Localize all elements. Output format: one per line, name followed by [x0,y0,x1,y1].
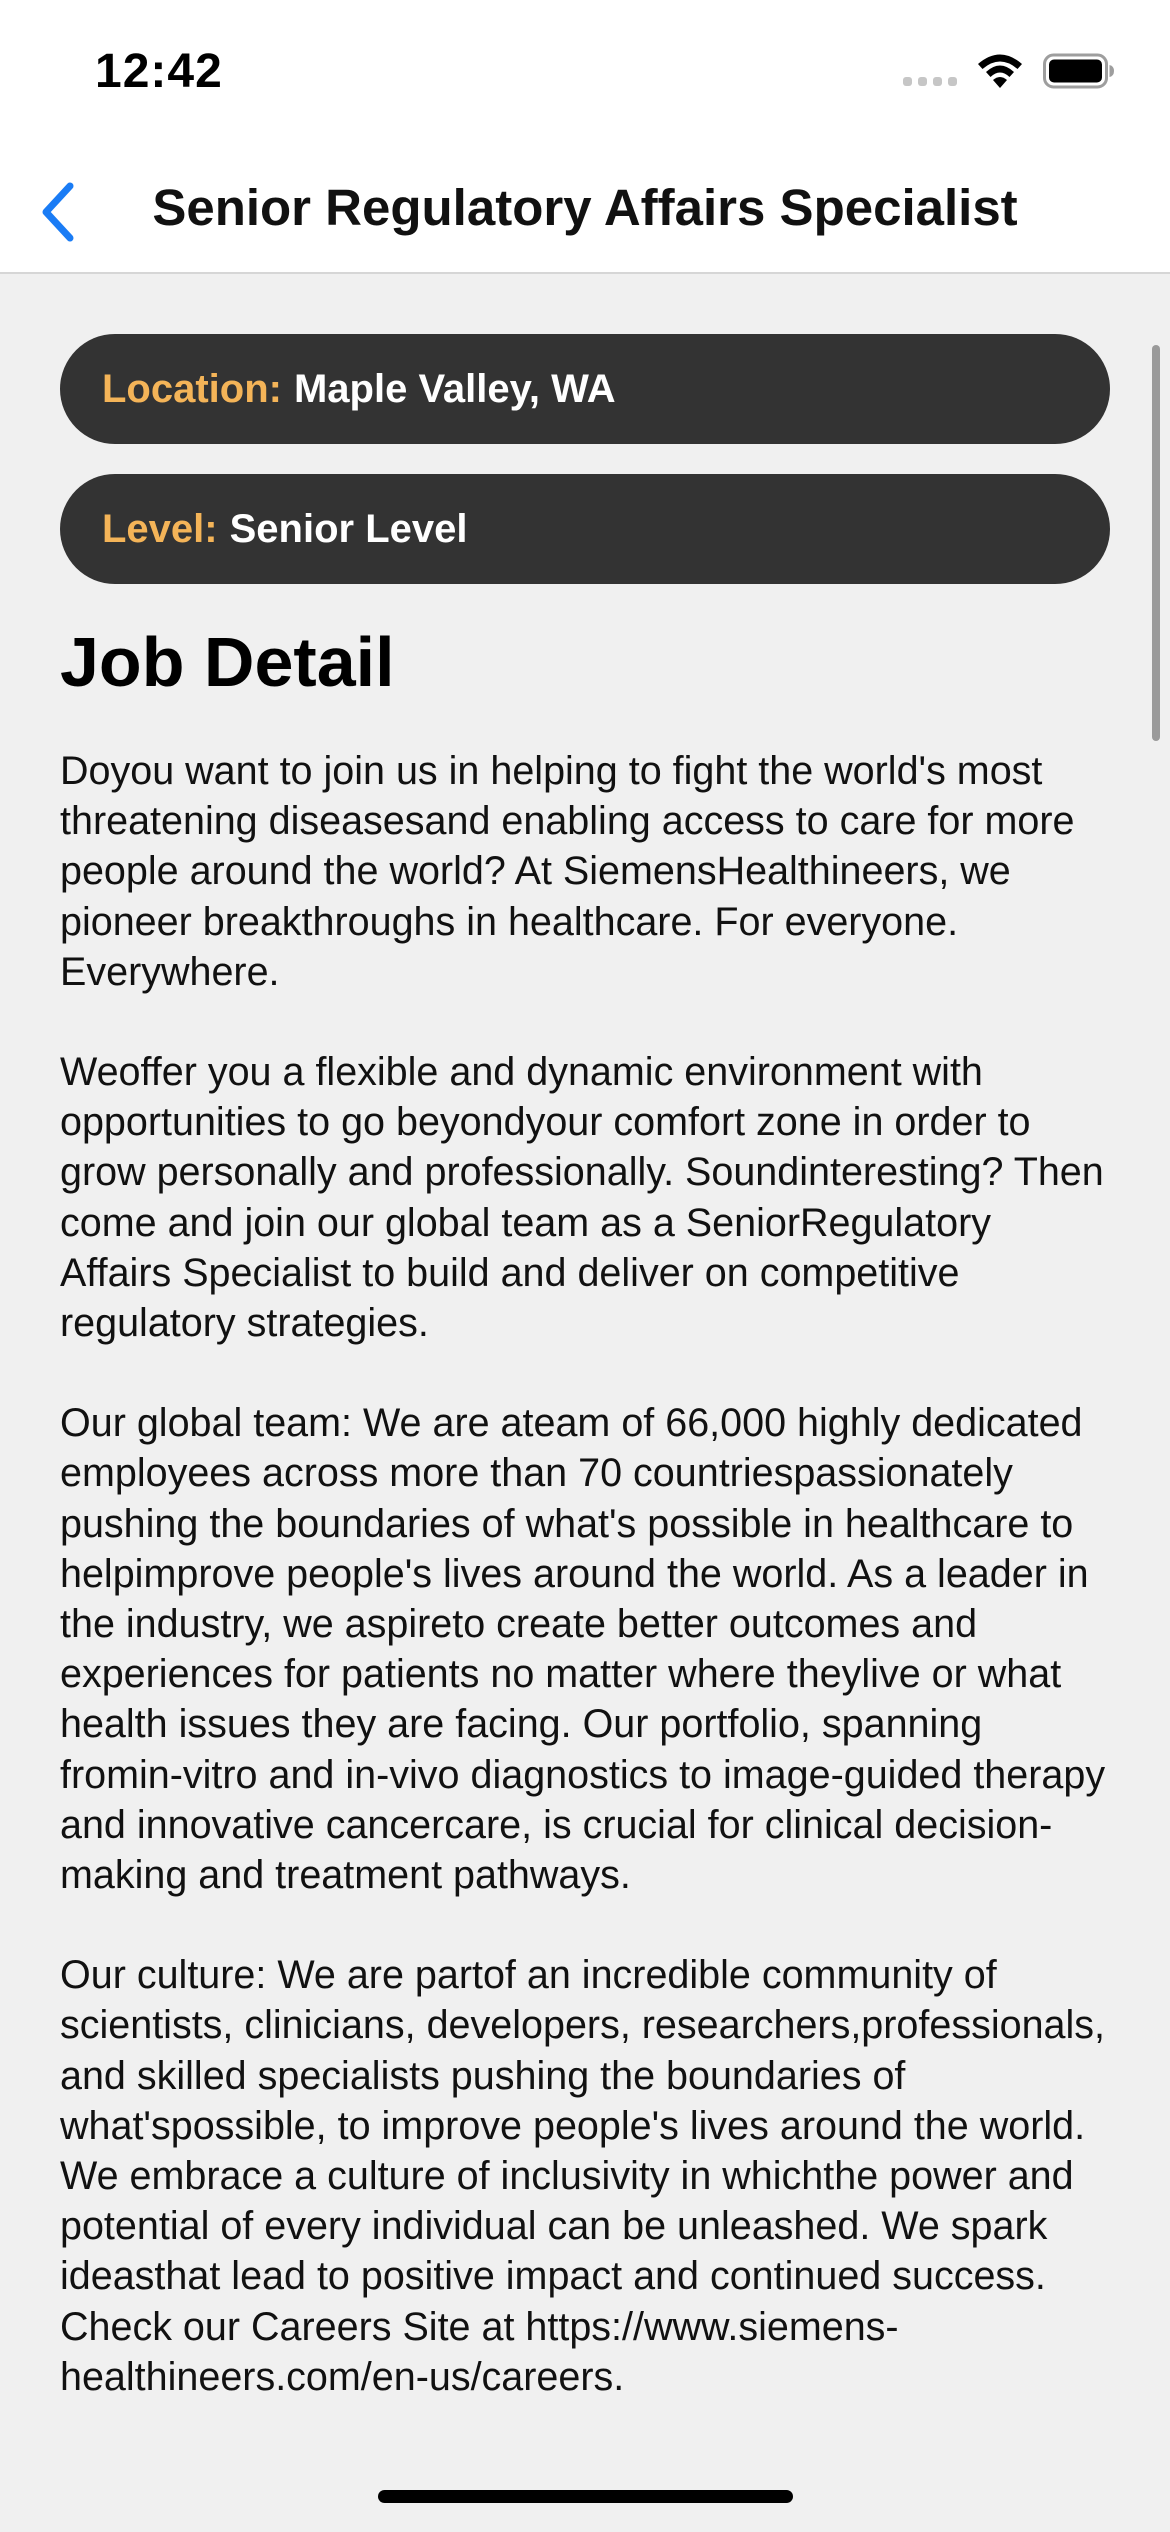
job-description: Doyou want to join us in helping to figh… [60,746,1110,2402]
location-label: Location: [102,366,282,411]
scrollbar[interactable] [1152,345,1160,741]
battery-icon [1043,53,1114,89]
description-paragraph: Weoffer you a flexible and dynamic envir… [60,1050,1104,1346]
description-paragraph: Doyou want to join us in helping to figh… [60,749,1075,994]
status-bar: 12:42 [0,0,1170,150]
level-pill: Level: Senior Level [60,474,1110,584]
status-time: 12:42 [95,45,223,98]
level-value: Senior Level [229,506,468,551]
section-title: Job Detail [60,623,395,701]
home-indicator[interactable] [378,2490,793,2503]
status-icons [903,52,1115,90]
navigation-bar: Senior Regulatory Affairs Specialist [0,150,1170,274]
description-paragraph: Our global team: We are ateam of 66,000 … [60,1401,1106,1898]
level-label: Level: [102,506,218,551]
page-title: Senior Regulatory Affairs Specialist [152,179,1018,236]
signal-icon [903,56,957,86]
wifi-icon [978,54,1022,88]
job-content: Location: Maple Valley, WA Level: Senior… [60,334,1110,2452]
location-pill: Location: Maple Valley, WA [60,334,1110,444]
location-value: Maple Valley, WA [293,366,616,411]
description-paragraph: Our culture: We are partof an incredible… [60,1953,1106,2399]
